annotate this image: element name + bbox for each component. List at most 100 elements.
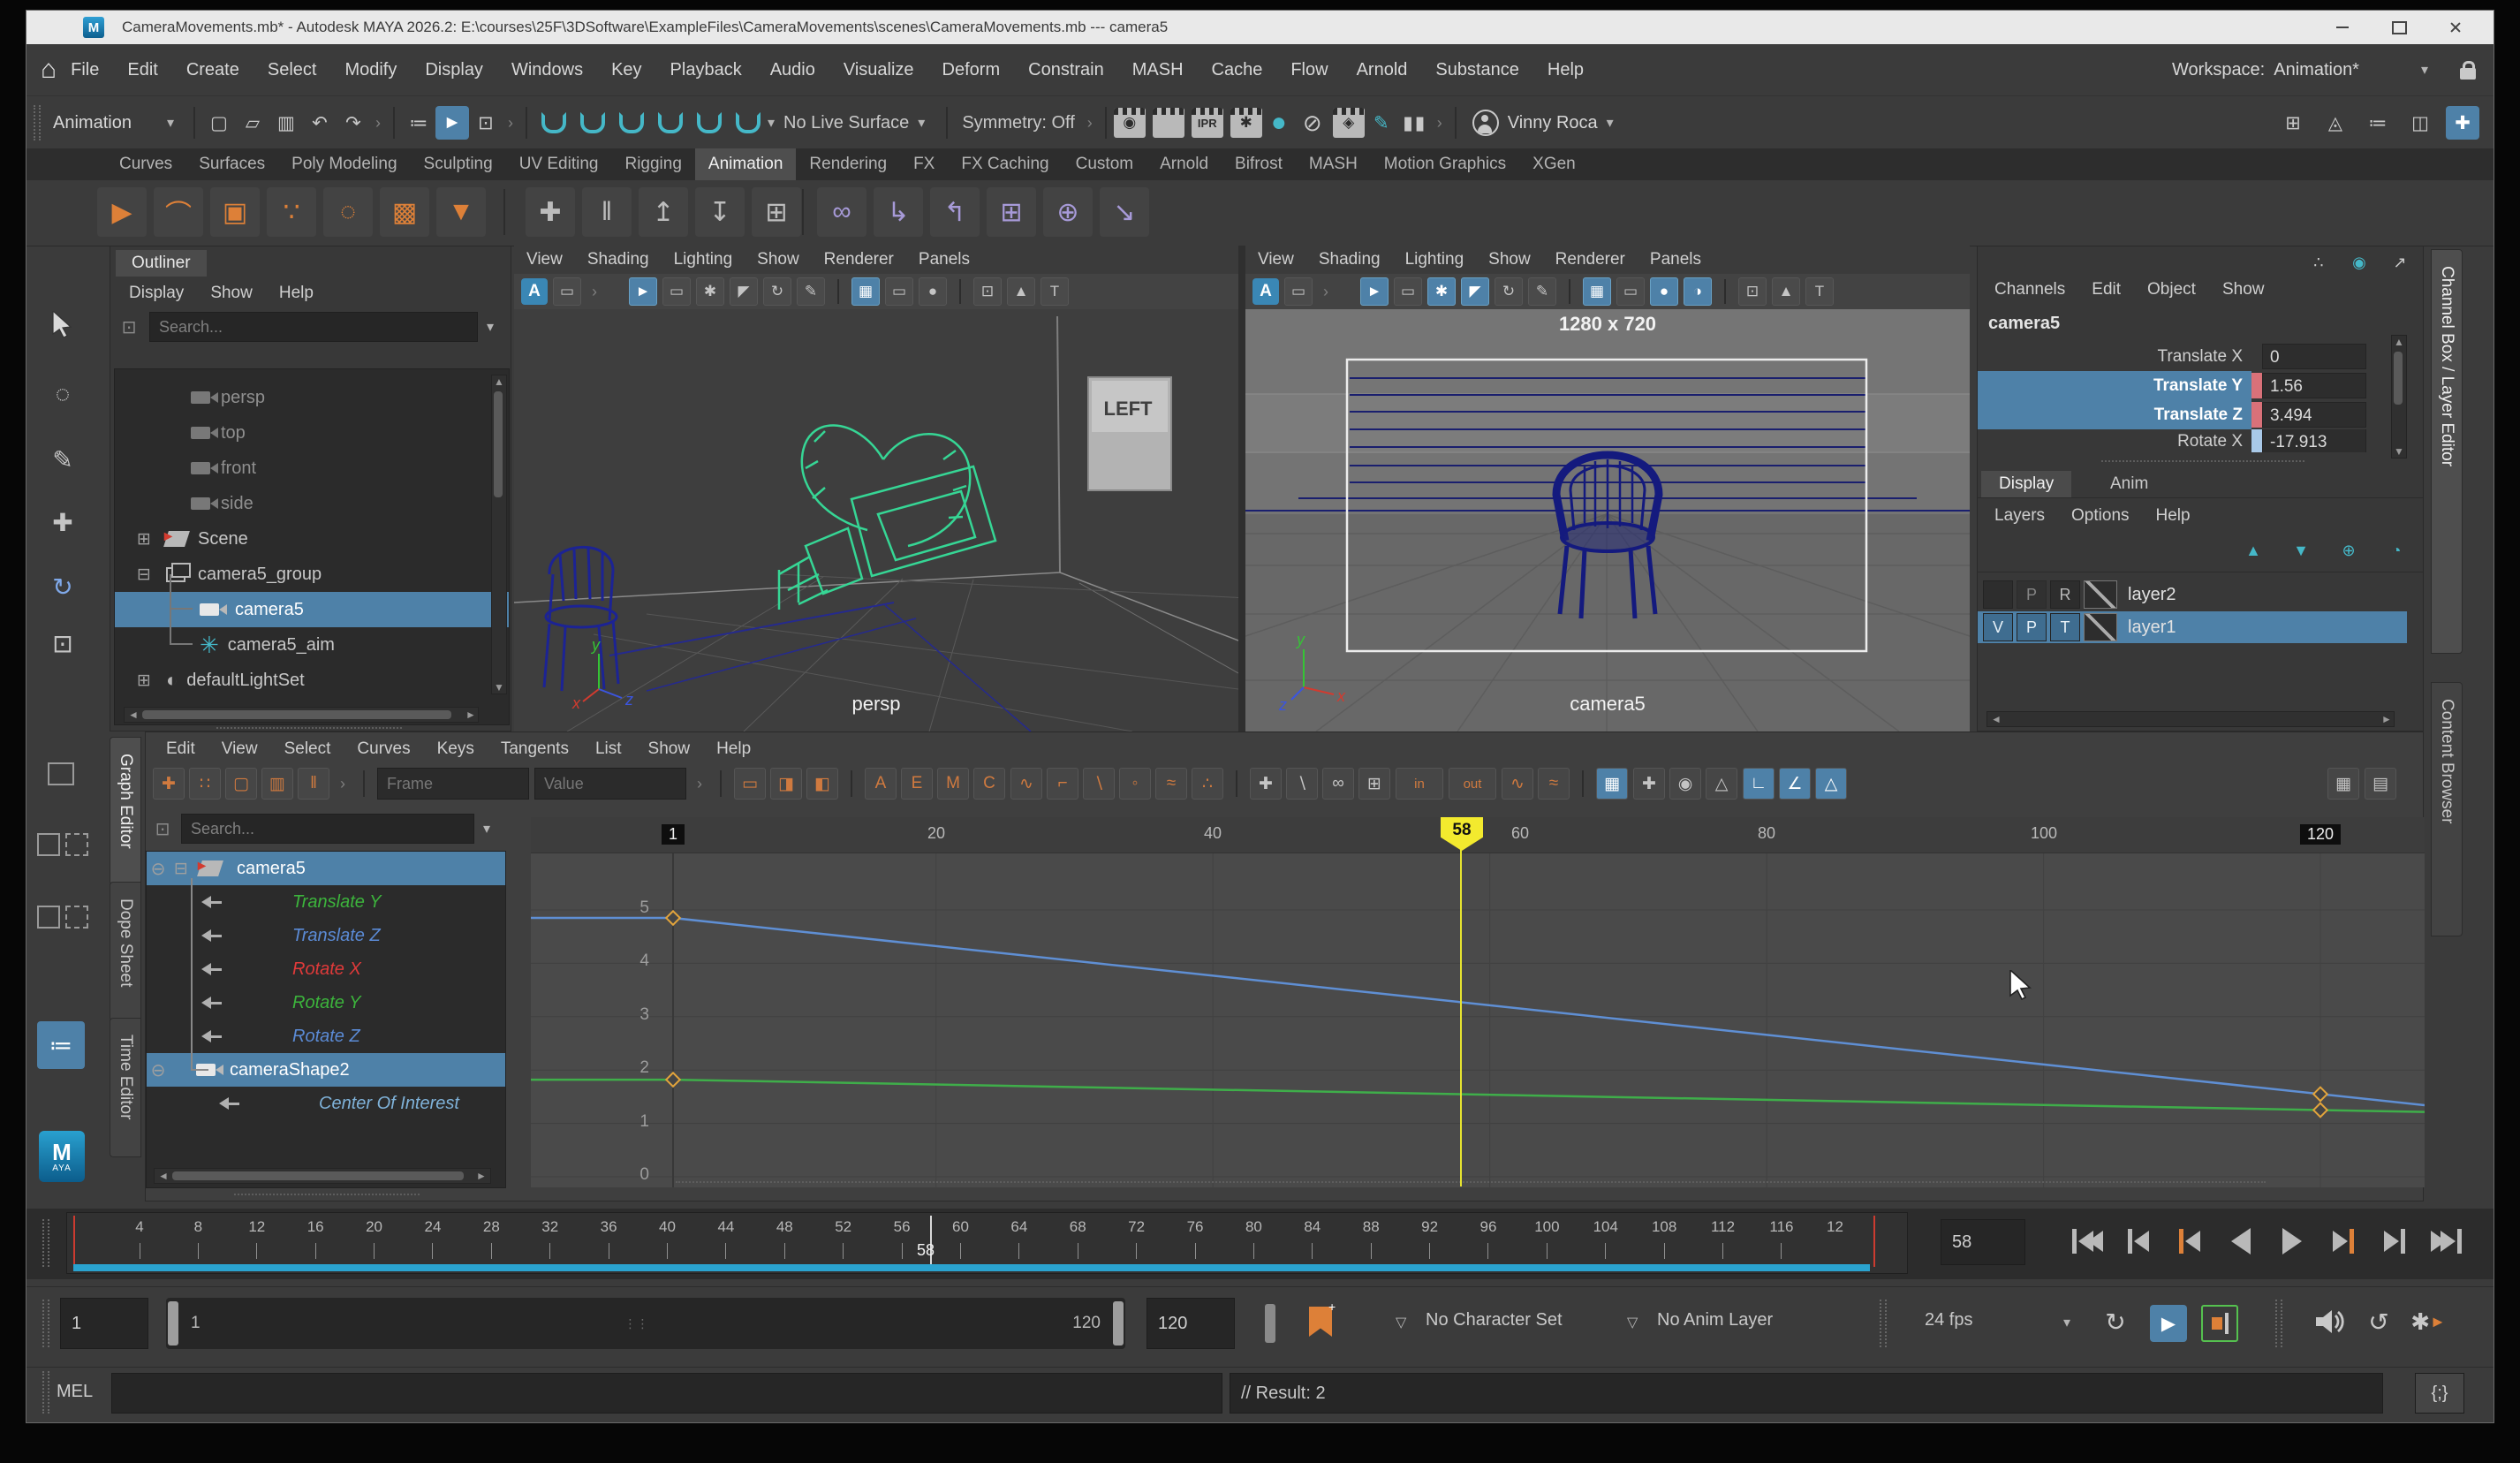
display-toggle-icon[interactable]: T — [1805, 277, 1834, 306]
redo-icon[interactable]: ↷ — [337, 106, 370, 140]
layout-single-pane-icon[interactable] — [48, 762, 74, 785]
shelf-tab[interactable]: Custom — [1063, 148, 1146, 180]
graph-tree-camera5[interactable]: ⊖ ⊟ camera5 — [147, 852, 505, 885]
menu-item[interactable]: Windows — [497, 44, 597, 95]
range-grip[interactable] — [42, 1300, 49, 1347]
tab-content-browser[interactable]: Content Browser — [2431, 682, 2463, 936]
graph-tree-translate-z[interactable]: Translate Z — [147, 919, 505, 952]
animation-preferences-icon[interactable]: ✱► — [2411, 1305, 2445, 1338]
graph-hscrollbar[interactable] — [676, 1181, 2266, 1197]
snap-view-plane-icon[interactable] — [697, 112, 722, 133]
pause-viewport-icon[interactable]: ▮▮ — [1398, 106, 1432, 140]
normalize-curve-icon[interactable]: ∟ — [1743, 768, 1775, 800]
step-back-key-button[interactable] — [2168, 1219, 2212, 1263]
expand-icon[interactable]: ⊞ — [132, 671, 155, 691]
go-to-start-button[interactable] — [2065, 1219, 2109, 1263]
shelf-tab[interactable]: XGen — [1519, 148, 1589, 180]
fps-caret-icon[interactable]: ▾ — [2063, 1314, 2070, 1331]
new-layer-selected-icon[interactable]: ◔ — [2382, 536, 2410, 565]
anim-layer-selector[interactable]: No Anim Layer — [1657, 1310, 1773, 1330]
range-slider[interactable]: 1 ⋮⋮ 120 — [166, 1298, 1125, 1349]
time-snap-icon[interactable]: ▦ — [1596, 768, 1628, 800]
menu-item[interactable]: Deform — [928, 44, 1015, 95]
render-view-icon[interactable]: ◉ — [1114, 108, 1146, 138]
rotate-tool-icon[interactable]: ↻ — [41, 565, 85, 609]
menu-item[interactable]: Help — [1533, 44, 1598, 95]
shelf-icon[interactable]: ▣ — [210, 187, 260, 237]
move-layer-down-icon[interactable]: ▼ — [2287, 536, 2315, 565]
time-slider-grip[interactable] — [42, 1219, 49, 1267]
viewport-menu-item[interactable]: Show — [745, 246, 812, 274]
menu-item[interactable]: Arnold — [1343, 44, 1422, 95]
graph-editor-menu-item[interactable]: View — [208, 736, 271, 762]
outliner-filter-icon[interactable]: ⊡ — [116, 314, 142, 340]
shelf-icon[interactable]: ⊞ — [987, 187, 1036, 237]
step-forward-frame-button[interactable] — [2372, 1219, 2417, 1263]
cached-playback-icon[interactable]: ▶ — [2150, 1305, 2187, 1342]
tab-graph-editor[interactable]: Graph Editor — [110, 737, 141, 885]
shelf-tab[interactable]: Rigging — [611, 148, 694, 180]
shelf-tab[interactable]: Surfaces — [185, 148, 278, 180]
viewport-tool-icon[interactable]: ✎ — [1528, 277, 1556, 306]
render-settings-icon[interactable]: ✱ — [1230, 108, 1262, 138]
shelf-icon[interactable]: ‖ — [582, 187, 632, 237]
outliner-item-front[interactable]: front — [115, 451, 509, 486]
menu-item[interactable]: Audio — [756, 44, 829, 95]
snap-projected-center-icon[interactable] — [658, 112, 683, 133]
menu-item[interactable]: Modify — [330, 44, 411, 95]
save-scene-icon[interactable]: ▥ — [269, 106, 303, 140]
attribute-badge-icon[interactable]: A — [521, 278, 548, 305]
graph-editor-menu-item[interactable]: Show — [635, 736, 704, 762]
graph-editor-menu-item[interactable]: Help — [703, 736, 764, 762]
select-object-icon[interactable]: ► — [435, 106, 469, 140]
viewport-menu-item[interactable]: Renderer — [812, 246, 906, 274]
infinity-cycle-icon[interactable]: ∿ — [1502, 768, 1533, 800]
tree-resize-dots[interactable] — [234, 1194, 420, 1195]
command-language-toggle[interactable]: MEL — [57, 1382, 93, 1402]
range-splitter-handle[interactable] — [1265, 1304, 1275, 1343]
command-input[interactable] — [111, 1373, 1222, 1414]
shelf-icon[interactable]: ↘ — [1100, 187, 1149, 237]
key-edit-icon[interactable]: ✚ — [1250, 768, 1282, 800]
display-toggle-icon[interactable]: ⊡ — [1738, 277, 1767, 306]
outliner-item-persp[interactable]: persp — [115, 380, 509, 415]
workspace-value[interactable]: Animation* — [2274, 60, 2359, 80]
shelf-icon[interactable]: ▼ — [436, 187, 486, 237]
viewport-tool-icon[interactable]: ✱ — [1427, 277, 1456, 306]
character-set-selector[interactable]: No Character Set — [1426, 1310, 1563, 1330]
channel-box-menu-item[interactable]: Show — [2209, 277, 2278, 303]
tangent-type-icon[interactable]: M — [937, 768, 969, 800]
shading-mode-icon[interactable]: ▦ — [851, 277, 880, 306]
range-grip-dots[interactable]: ⋮⋮ — [211, 1316, 1063, 1331]
undo-icon[interactable]: ↶ — [303, 106, 337, 140]
shelf-tab[interactable]: Curves — [106, 148, 185, 180]
attribute-badge-icon[interactable]: A — [1252, 278, 1279, 305]
signed-in-user[interactable]: Vinny Roca — [1508, 113, 1598, 133]
step-back-frame-button[interactable] — [2116, 1219, 2161, 1263]
shelf-tab[interactable]: Poly Modeling — [278, 148, 410, 180]
channel-box-menu-item[interactable]: Edit — [2078, 277, 2134, 303]
group-collapse-icon[interactable]: › — [375, 114, 381, 133]
auto-keyframe-icon[interactable] — [2201, 1305, 2238, 1342]
frame-field[interactable] — [377, 768, 529, 800]
make-live-icon[interactable] — [736, 112, 761, 133]
graph-search-input[interactable] — [181, 814, 474, 844]
outliner-menu-item[interactable]: Show — [197, 280, 266, 307]
no-lights-icon[interactable]: ⊘ — [1296, 106, 1329, 140]
outliner-item-camera5-group[interactable]: ⊟camera5_group — [115, 557, 509, 592]
shading-mode-icon[interactable]: ▭ — [885, 277, 913, 306]
scale-tool-icon[interactable]: ⊡ — [41, 621, 85, 665]
graph-tool-icon[interactable]: ▥ — [261, 768, 293, 800]
outliner-menu-item[interactable]: Help — [266, 280, 327, 307]
viewport-menu-item[interactable]: Panels — [1638, 246, 1714, 274]
tab-channel-box-layer-editor[interactable]: Channel Box / Layer Editor — [2431, 249, 2463, 654]
render-current-frame-icon[interactable] — [1153, 108, 1184, 138]
viewport-menu-item[interactable]: View — [514, 246, 575, 274]
tangent-shape-icon[interactable]: ∿ — [1010, 768, 1042, 800]
outliner-item-top[interactable]: top — [115, 415, 509, 451]
graph-editor-menu-item[interactable]: Select — [271, 736, 344, 762]
buffer-curve-icon[interactable]: ◨ — [770, 768, 802, 800]
graph-tool-icon[interactable]: ‖ — [298, 768, 329, 800]
menu-item[interactable]: Substance — [1421, 44, 1533, 95]
viewport-tool-icon[interactable]: ▭ — [1394, 277, 1422, 306]
